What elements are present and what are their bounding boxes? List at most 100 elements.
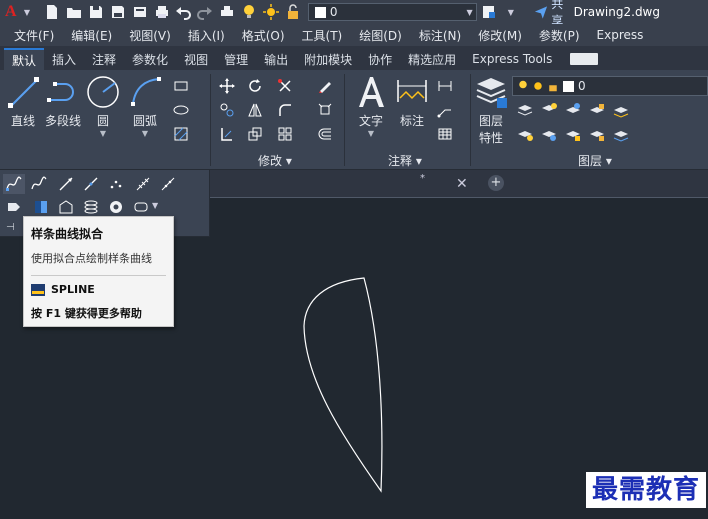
stretch-icon[interactable] bbox=[216, 124, 238, 144]
layer-tool-icon[interactable] bbox=[538, 124, 560, 144]
ray-icon[interactable] bbox=[55, 174, 77, 194]
tab-manage[interactable]: 管理 bbox=[216, 48, 256, 70]
erase-icon[interactable] bbox=[314, 76, 336, 96]
title-bar: A ▼ 0 ▼ ▼ 共享 Drawing2.dwg bbox=[0, 0, 708, 28]
table-icon[interactable] bbox=[434, 124, 456, 144]
text-button[interactable]: 文字 ▼ bbox=[348, 74, 394, 138]
layer-properties-button[interactable]: 图层 特性 bbox=[468, 74, 514, 146]
chevron-down-icon[interactable]: ▼ bbox=[100, 129, 106, 138]
divide-icon[interactable] bbox=[132, 174, 154, 194]
leader-icon[interactable] bbox=[434, 100, 456, 120]
menu-format[interactable]: 格式(O) bbox=[242, 27, 285, 44]
undo-icon[interactable] bbox=[175, 3, 192, 21]
explode-icon[interactable] bbox=[314, 100, 336, 120]
layer-tool-icon[interactable] bbox=[586, 100, 608, 120]
chevron-down-icon[interactable]: ▼ bbox=[368, 129, 374, 138]
menu-express[interactable]: Express bbox=[597, 28, 644, 42]
dimension-label: 标注 bbox=[399, 114, 424, 128]
menu-parametric[interactable]: 参数(P) bbox=[539, 27, 580, 44]
chevron-down-icon[interactable]: ▼ bbox=[142, 129, 148, 138]
offset-icon[interactable] bbox=[314, 124, 336, 144]
construction-line-icon[interactable] bbox=[80, 174, 102, 194]
linear-dimension-icon[interactable] bbox=[434, 76, 456, 96]
menu-dimension[interactable]: 标注(N) bbox=[419, 27, 461, 44]
annotation-panel-title[interactable]: 注释 ▾ bbox=[388, 152, 422, 169]
chevron-down-icon[interactable]: ▼ bbox=[24, 8, 30, 17]
circle-button[interactable]: 圆 ▼ bbox=[80, 74, 126, 138]
layer-name: 0 bbox=[578, 79, 586, 93]
plot-icon[interactable] bbox=[219, 3, 236, 21]
line-icon bbox=[8, 77, 39, 108]
layer-tool-icon[interactable] bbox=[562, 124, 584, 144]
tab-view[interactable]: 视图 bbox=[176, 48, 216, 70]
arc-button[interactable]: 圆弧 ▼ bbox=[122, 74, 168, 138]
new-file-icon[interactable] bbox=[44, 3, 61, 21]
copy-icon[interactable] bbox=[216, 100, 238, 120]
layer-tool-icon[interactable] bbox=[562, 100, 584, 120]
text-icon bbox=[359, 77, 384, 107]
chevron-down-icon[interactable]: ▼ bbox=[502, 3, 519, 21]
dimension-button[interactable]: 标注 bbox=[389, 74, 435, 129]
tab-collaborate[interactable]: 协作 bbox=[360, 48, 400, 70]
move-icon[interactable] bbox=[216, 76, 238, 96]
workspace-icon[interactable] bbox=[481, 3, 498, 21]
menu-view[interactable]: 视图(V) bbox=[129, 27, 171, 44]
multiple-points-icon[interactable] bbox=[105, 174, 127, 194]
tab-insert[interactable]: 插入 bbox=[44, 48, 84, 70]
app-menu-icon[interactable]: A bbox=[5, 3, 22, 21]
menu-edit[interactable]: 编辑(E) bbox=[71, 27, 112, 44]
layer-thaw-sun-icon[interactable] bbox=[262, 3, 279, 21]
ribbon-minimize-toggle[interactable] bbox=[570, 53, 599, 65]
mirror-icon[interactable] bbox=[244, 100, 266, 120]
save-icon[interactable] bbox=[88, 3, 105, 21]
layer-tool-icon[interactable] bbox=[610, 100, 632, 120]
file-tab-strip: * ✕ + bbox=[210, 170, 708, 198]
print-icon[interactable] bbox=[153, 3, 170, 21]
hatch-icon[interactable] bbox=[170, 124, 192, 144]
new-tab-button[interactable]: + bbox=[488, 175, 504, 191]
modify-panel-title[interactable]: 修改 ▾ bbox=[258, 152, 292, 169]
spline-cv-icon[interactable] bbox=[28, 174, 50, 194]
tab-home[interactable]: 默认 bbox=[4, 48, 45, 70]
menu-file[interactable]: 文件(F) bbox=[14, 27, 54, 44]
tab-parametric[interactable]: 参数化 bbox=[124, 48, 176, 70]
menu-insert[interactable]: 插入(I) bbox=[188, 27, 225, 44]
layer-state-dropdown[interactable]: 0 bbox=[512, 76, 708, 96]
layer-tool-icon[interactable] bbox=[586, 124, 608, 144]
tab-express-tools[interactable]: Express Tools bbox=[464, 48, 560, 70]
rectangle-icon[interactable] bbox=[170, 76, 192, 96]
web-save-icon[interactable] bbox=[131, 3, 148, 21]
array-icon[interactable] bbox=[274, 124, 296, 144]
rotate-icon[interactable] bbox=[244, 76, 266, 96]
layer-tool-icon[interactable] bbox=[514, 100, 536, 120]
tab-output[interactable]: 输出 bbox=[256, 48, 296, 70]
fillet-icon[interactable] bbox=[274, 100, 296, 120]
save-as-icon[interactable] bbox=[109, 3, 126, 21]
layer-tool-icon[interactable] bbox=[538, 100, 560, 120]
watermark-logo: 最需教育 bbox=[586, 472, 707, 508]
layer-tool-icon[interactable] bbox=[610, 124, 632, 144]
ribbon-panel: 直线 多段线 圆 ▼ 圆弧 ▼ 修改 ▾ 文字 ▼ 标注 注释 ▾ 图层 特性 … bbox=[0, 70, 708, 170]
layer-tool-icon[interactable] bbox=[514, 124, 536, 144]
drawing-canvas[interactable] bbox=[0, 198, 708, 519]
layers-panel-title[interactable]: 图层 ▾ bbox=[578, 152, 612, 169]
redo-icon[interactable] bbox=[197, 3, 214, 21]
layer-on-bulb-icon[interactable] bbox=[240, 3, 257, 21]
tab-annotate[interactable]: 注释 bbox=[84, 48, 124, 70]
trim-icon[interactable] bbox=[274, 76, 296, 96]
menu-tools[interactable]: 工具(T) bbox=[302, 27, 343, 44]
spline-curve[interactable] bbox=[303, 277, 383, 493]
layer-unlock-icon[interactable] bbox=[284, 3, 301, 21]
menu-modify[interactable]: 修改(M) bbox=[478, 27, 522, 44]
open-folder-icon[interactable] bbox=[66, 3, 83, 21]
close-icon[interactable]: ✕ bbox=[456, 176, 468, 192]
scale-icon[interactable] bbox=[244, 124, 266, 144]
tab-addins[interactable]: 附加模块 bbox=[296, 48, 360, 70]
tab-featured-apps[interactable]: 精选应用 bbox=[400, 48, 464, 70]
layer-color-swatch bbox=[563, 80, 574, 92]
spline-fit-icon[interactable] bbox=[3, 174, 25, 194]
measure-icon[interactable] bbox=[157, 174, 179, 194]
menu-draw[interactable]: 绘图(D) bbox=[359, 27, 402, 44]
layer-dropdown[interactable]: 0 ▼ bbox=[307, 3, 477, 21]
ellipse-icon[interactable] bbox=[170, 100, 192, 120]
